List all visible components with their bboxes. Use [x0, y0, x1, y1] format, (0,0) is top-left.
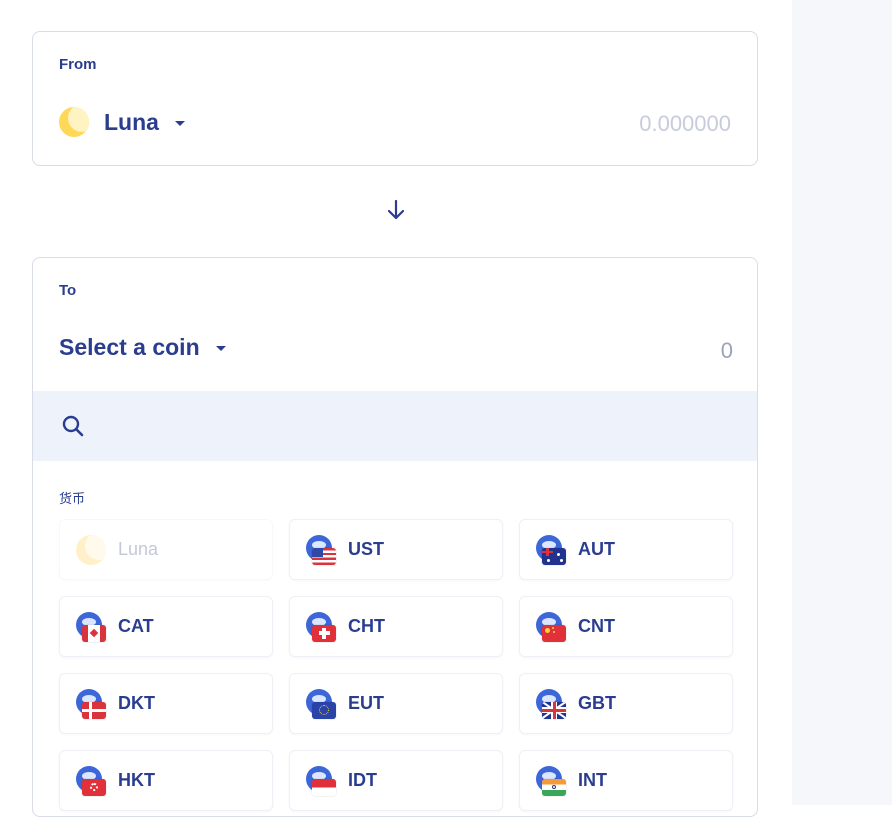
coin-code: DKT [118, 693, 155, 713]
to-amount: 0 [720, 338, 733, 363]
coin-search-bar [33, 391, 757, 461]
from-coin-name: Luna [104, 108, 159, 135]
coin-code: INT [578, 770, 607, 790]
coin-code: CNT [578, 616, 615, 636]
hk-flag-icon [76, 765, 106, 796]
coin-option-hkt[interactable]: HKT [59, 750, 273, 811]
to-label: To [59, 282, 77, 299]
coin-option-gbt[interactable]: GBT [519, 673, 733, 734]
from-label: From [59, 56, 97, 73]
coin-grid: Luna UST AUT CAT CHT CNT DKT EUT GBT HKT… [59, 519, 733, 811]
coin-option-int[interactable]: INT [519, 750, 733, 811]
luna-icon [76, 534, 106, 565]
ch-flag-icon [306, 611, 336, 642]
dk-flag-icon [76, 688, 106, 719]
eu-flag-icon [306, 688, 336, 719]
coin-option-cat[interactable]: CAT [59, 596, 273, 657]
coin-code: AUT [578, 539, 615, 559]
to-card: To Select a coin 0 货币 Luna UST AUT CAT C… [32, 257, 758, 817]
search-icon [62, 415, 84, 437]
cn-flag-icon [536, 611, 566, 642]
from-card: From Luna [32, 31, 758, 166]
coin-option-dkt[interactable]: DKT [59, 673, 273, 734]
coin-option-ust[interactable]: UST [289, 519, 503, 580]
in-flag-icon [536, 765, 566, 796]
to-select-label: Select a coin [59, 334, 200, 360]
coin-code: Luna [118, 539, 159, 559]
arrow-down-icon[interactable] [384, 198, 408, 222]
coin-code: UST [348, 539, 384, 559]
right-side-panel [792, 0, 892, 805]
ca-flag-icon [76, 611, 106, 642]
from-amount-input[interactable] [529, 110, 733, 138]
gb-flag-icon [536, 688, 566, 719]
coin-option-cht[interactable]: CHT [289, 596, 503, 657]
luna-icon [59, 107, 89, 137]
coin-code: CHT [348, 616, 385, 636]
from-coin-selector[interactable]: Luna [59, 107, 185, 137]
coin-code: HKT [118, 770, 155, 790]
to-coin-selector[interactable]: Select a coin [59, 334, 226, 361]
caret-down-icon [215, 346, 226, 351]
coin-code: EUT [348, 693, 384, 713]
au-flag-icon [536, 534, 566, 565]
coin-search-input[interactable] [99, 405, 757, 447]
coin-option-cnt[interactable]: CNT [519, 596, 733, 657]
coin-code: IDT [348, 770, 377, 790]
coin-code: GBT [578, 693, 616, 713]
caret-down-icon [174, 120, 185, 126]
coin-option-idt[interactable]: IDT [289, 750, 503, 811]
id-flag-icon [306, 765, 336, 796]
coin-code: CAT [118, 616, 154, 636]
coin-option-luna: Luna [59, 519, 273, 580]
currency-section-title: 货币 [59, 491, 86, 506]
us-flag-icon [306, 534, 336, 565]
coin-option-eut[interactable]: EUT [289, 673, 503, 734]
coin-option-aut[interactable]: AUT [519, 519, 733, 580]
